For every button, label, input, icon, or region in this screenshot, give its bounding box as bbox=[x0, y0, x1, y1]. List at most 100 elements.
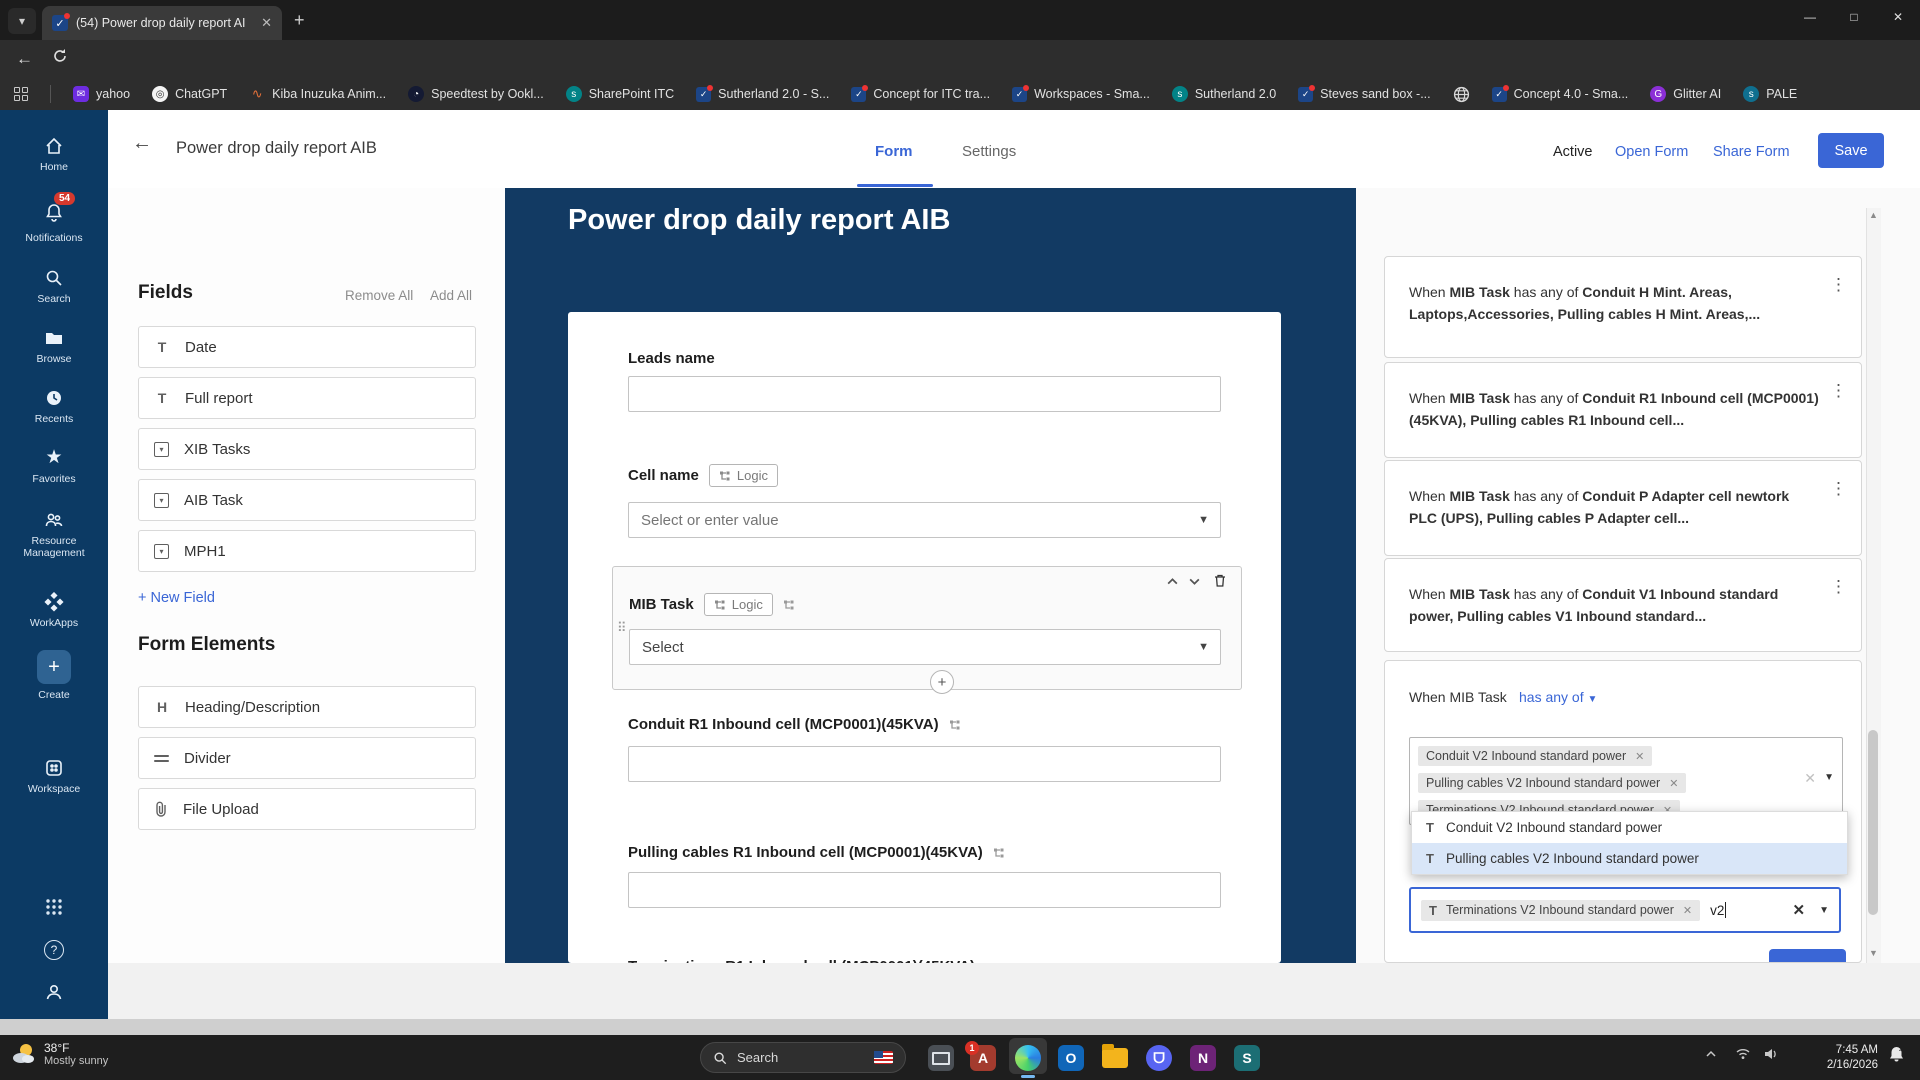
bookmark-chatgpt[interactable]: ◎ ChatGPT bbox=[152, 86, 227, 102]
logic-rule-card-3[interactable]: When MIB Task has any of Conduit P Adapt… bbox=[1384, 460, 1862, 556]
taskbar-search[interactable]: Search bbox=[700, 1042, 906, 1073]
open-form-link[interactable]: Open Form bbox=[1615, 144, 1688, 160]
device-app-icon[interactable] bbox=[923, 1041, 959, 1075]
bookmark-steves-sandbox[interactable]: ✓ Steves sand box -... bbox=[1298, 84, 1431, 102]
field-item-date[interactable]: T Date bbox=[138, 326, 476, 368]
bookmark-sharepoint-itc[interactable]: s SharePoint ITC bbox=[565, 86, 674, 102]
element-heading[interactable]: H Heading/Description bbox=[138, 686, 476, 728]
clear-icon[interactable]: ✕ bbox=[1804, 770, 1816, 787]
scroll-down-icon[interactable]: ▼ bbox=[1869, 948, 1878, 958]
logic-chip[interactable]: Logic bbox=[708, 464, 778, 487]
kebab-menu-icon[interactable]: ⋮ bbox=[1830, 381, 1847, 401]
back-arrow-icon[interactable]: ← bbox=[132, 132, 152, 155]
sidebar-item-search[interactable]: Search bbox=[0, 268, 108, 305]
field-item-aib-task[interactable]: ▾ AIB Task bbox=[138, 479, 476, 521]
bookmark-sutherland-20-s[interactable]: ✓ Sutherland 2.0 - S... bbox=[696, 84, 829, 102]
bookmark-concept-itc[interactable]: ✓ Concept for ITC tra... bbox=[851, 84, 990, 102]
alert-app-icon[interactable]: A1 bbox=[965, 1041, 1001, 1075]
kebab-menu-icon[interactable]: ⋮ bbox=[1830, 577, 1847, 597]
field-item-full-report[interactable]: T Full report bbox=[138, 377, 476, 419]
move-up-icon[interactable] bbox=[1166, 575, 1179, 593]
operator-dropdown[interactable]: has any of ▼ bbox=[1519, 689, 1597, 705]
mib-task-select[interactable]: Select ▼ bbox=[629, 629, 1221, 665]
logic-rule-card-2[interactable]: When MIB Task has any of Conduit R1 Inbo… bbox=[1384, 362, 1862, 458]
logic-rule-card-1[interactable]: When MIB Task has any of Conduit H Mint.… bbox=[1384, 256, 1862, 358]
dropdown-option[interactable]: T Conduit V2 Inbound standard power bbox=[1412, 812, 1847, 843]
tab-settings[interactable]: Settings bbox=[962, 143, 1016, 160]
sidebar-item-favorites[interactable]: ★ Favorites bbox=[0, 448, 108, 486]
element-divider[interactable]: Divider bbox=[138, 737, 476, 779]
editor-primary-button[interactable] bbox=[1769, 949, 1846, 962]
trash-icon[interactable] bbox=[1213, 573, 1227, 593]
share-form-link[interactable]: Share Form bbox=[1713, 144, 1790, 160]
discord-icon[interactable]: ᗜ bbox=[1141, 1041, 1177, 1075]
field-item-xib-tasks[interactable]: ▾ XIB Tasks bbox=[138, 428, 476, 470]
teams-icon[interactable]: S bbox=[1229, 1041, 1265, 1075]
help-button[interactable]: ? bbox=[0, 940, 108, 960]
sidebar-item-create[interactable]: + Create bbox=[0, 650, 108, 701]
dropdown-option-highlighted[interactable]: T Pulling cables V2 Inbound standard pow… bbox=[1412, 843, 1847, 874]
bookmark-yahoo[interactable]: ✉ yahoo bbox=[73, 86, 130, 102]
network-icon[interactable] bbox=[1736, 1047, 1750, 1065]
tray-expand-icon[interactable] bbox=[1705, 1047, 1717, 1065]
kebab-menu-icon[interactable]: ⋮ bbox=[1830, 479, 1847, 499]
kebab-menu-icon[interactable]: ⋮ bbox=[1830, 275, 1847, 295]
sidebar-item-workapps[interactable]: WorkApps bbox=[0, 592, 108, 629]
new-field-link[interactable]: + New Field bbox=[138, 590, 215, 606]
notification-bell-icon[interactable]: z bbox=[1888, 1045, 1905, 1068]
field-item-mph1[interactable]: ▾ MPH1 bbox=[138, 530, 476, 572]
logic-rule-card-4[interactable]: When MIB Task has any of Conduit V1 Inbo… bbox=[1384, 558, 1862, 652]
browser-tab[interactable]: ✓ (54) Power drop daily report AIB - S ✕ bbox=[42, 6, 282, 40]
bookmark-kiba[interactable]: ∿ Kiba Inuzuka Anim... bbox=[249, 86, 386, 102]
weather-widget[interactable]: 38°F Mostly sunny bbox=[10, 1041, 108, 1067]
remove-chip-icon[interactable]: ✕ bbox=[1683, 904, 1692, 917]
remove-all-link[interactable]: Remove All bbox=[345, 288, 413, 303]
onenote-icon[interactable]: N bbox=[1185, 1041, 1221, 1075]
tab-close-icon[interactable]: ✕ bbox=[261, 15, 272, 31]
leads-name-input[interactable] bbox=[628, 376, 1221, 412]
tab-form[interactable]: Form bbox=[875, 143, 913, 160]
sidebar-item-recents[interactable]: Recents bbox=[0, 388, 108, 425]
remove-chip-icon[interactable]: ✕ bbox=[1669, 777, 1678, 790]
bookmark-sutherland-20[interactable]: s Sutherland 2.0 bbox=[1171, 86, 1276, 102]
apps-grid-icon[interactable] bbox=[14, 87, 28, 101]
bookmark-speedtest[interactable]: ◔ Speedtest by Ookl... bbox=[408, 86, 544, 102]
back-icon[interactable]: ← bbox=[16, 49, 33, 69]
bookmark-concept-40[interactable]: ✓ Concept 4.0 - Sma... bbox=[1491, 84, 1628, 102]
new-tab-button[interactable]: + bbox=[294, 10, 305, 30]
value-combobox-focused[interactable]: T Terminations V2 Inbound standard power… bbox=[1409, 887, 1841, 933]
sidebar-item-notifications[interactable]: 54 Notifications bbox=[0, 192, 108, 244]
move-down-icon[interactable] bbox=[1188, 575, 1201, 593]
volume-icon[interactable] bbox=[1764, 1047, 1778, 1065]
maximize-button[interactable]: □ bbox=[1832, 0, 1876, 34]
bookmark-pale[interactable]: s PALE bbox=[1743, 86, 1797, 102]
chevron-down-icon[interactable]: ▼ bbox=[1819, 905, 1829, 916]
remove-chip-icon[interactable]: ✕ bbox=[1635, 750, 1644, 763]
file-explorer-icon[interactable] bbox=[1097, 1041, 1133, 1075]
add-all-link[interactable]: Add All bbox=[430, 288, 472, 303]
add-element-button[interactable]: + bbox=[930, 670, 954, 694]
element-file-upload[interactable]: File Upload bbox=[138, 788, 476, 830]
sidebar-item-browse[interactable]: Browse bbox=[0, 328, 108, 365]
edge-icon[interactable] bbox=[1010, 1041, 1046, 1075]
pulling-r1-input[interactable] bbox=[628, 872, 1221, 908]
close-button[interactable]: ✕ bbox=[1876, 0, 1920, 34]
logic-chip[interactable]: Logic bbox=[703, 593, 773, 616]
sidebar-item-home[interactable]: Home bbox=[0, 136, 108, 173]
sidebar-item-resource-management[interactable]: Resource Management bbox=[0, 510, 108, 559]
taskbar-clock[interactable]: 7:45 AM 2/16/2026 bbox=[1798, 1043, 1878, 1073]
bookmark-workspaces[interactable]: ✓ Workspaces - Sma... bbox=[1012, 84, 1150, 102]
scrollbar-thumb[interactable] bbox=[1868, 730, 1878, 915]
save-button[interactable]: Save bbox=[1818, 133, 1884, 168]
app-launcher[interactable] bbox=[0, 898, 108, 916]
mib-task-block[interactable]: ⠿ MIB Task Logic Select ▼ bbox=[612, 566, 1242, 690]
cell-name-select[interactable]: Select or enter value ▼ bbox=[628, 502, 1221, 538]
scroll-up-icon[interactable]: ▲ bbox=[1869, 210, 1878, 220]
drag-handle-icon[interactable]: ⠿ bbox=[617, 620, 626, 636]
refresh-icon[interactable] bbox=[52, 48, 68, 69]
conduit-r1-input[interactable] bbox=[628, 746, 1221, 782]
bookmark-glitter-ai[interactable]: G Glitter AI bbox=[1650, 86, 1721, 102]
sidebar-item-workspace[interactable]: Workspace bbox=[0, 758, 108, 795]
outlook-icon[interactable]: O bbox=[1053, 1041, 1089, 1075]
minimize-button[interactable]: — bbox=[1788, 0, 1832, 34]
